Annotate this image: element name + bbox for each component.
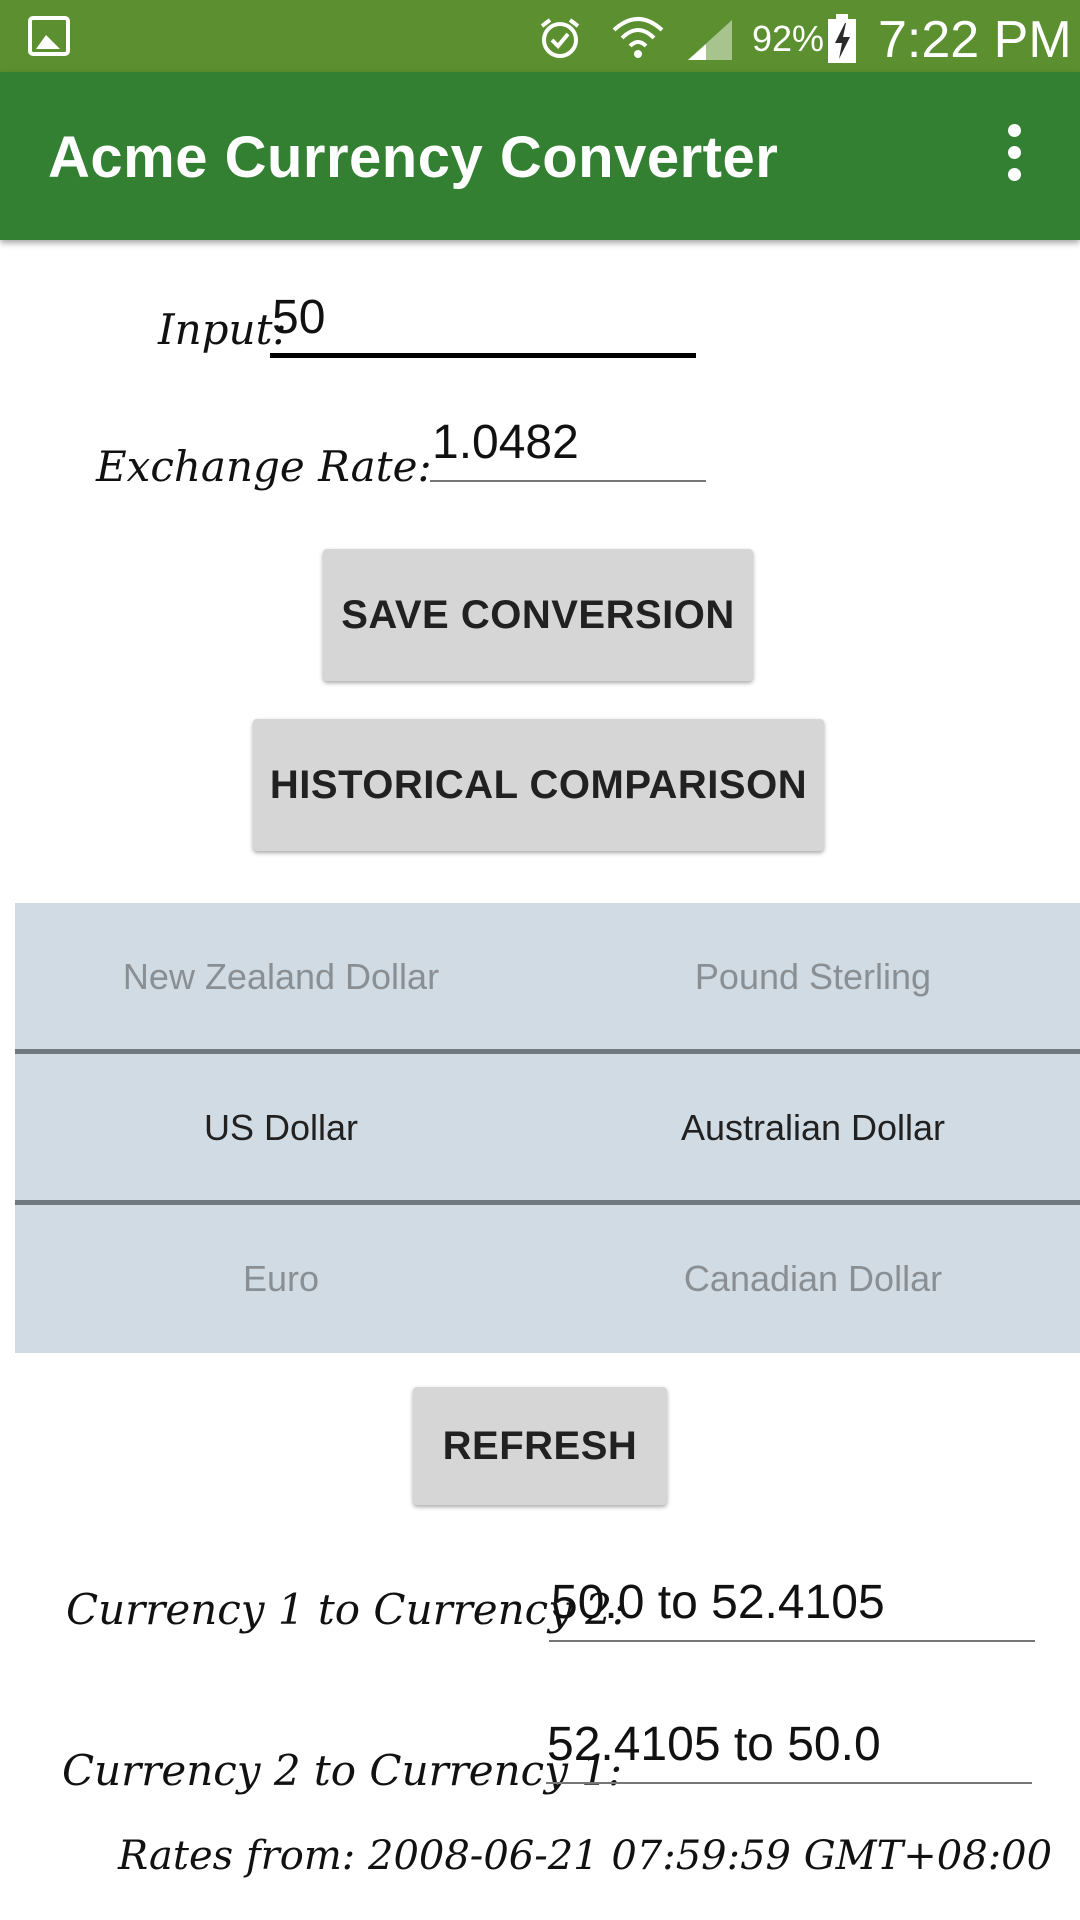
- app-title: Acme Currency Converter: [48, 125, 779, 190]
- picker-row: New Zealand Dollar Pound Sterling: [15, 903, 1080, 1051]
- battery-percent: 92%: [752, 18, 825, 59]
- c2-to-c1-label: Currency 2 to Currency 1:: [62, 1746, 623, 1795]
- more-vert-icon[interactable]: [1000, 124, 1028, 184]
- wifi-icon: [612, 17, 664, 58]
- refresh-button[interactable]: REFRESH: [413, 1387, 667, 1505]
- historical-comparison-button[interactable]: HISTORICAL COMPARISON: [253, 719, 824, 851]
- alarm-icon: [540, 18, 580, 58]
- picker-right-selected[interactable]: Australian Dollar: [547, 1054, 1079, 1202]
- picker-row-selected: US Dollar Australian Dollar: [15, 1054, 1080, 1202]
- c1-to-c2-value[interactable]: 50.0 to 52.4105: [551, 1575, 885, 1630]
- picker-left-item[interactable]: New Zealand Dollar: [15, 903, 547, 1051]
- picker-left-item[interactable]: Euro: [15, 1205, 547, 1353]
- save-conversion-button[interactable]: SAVE CONVERSION: [323, 549, 753, 681]
- exchange-rate-underline: [430, 480, 706, 482]
- status-time: 7:22 PM: [878, 11, 1072, 69]
- currency-picker[interactable]: New Zealand Dollar Pound Sterling US Dol…: [15, 903, 1080, 1353]
- exchange-rate-field[interactable]: 1.0482: [432, 415, 579, 470]
- battery-charging-icon: [828, 14, 856, 63]
- gallery-icon: [28, 16, 70, 56]
- picker-left-selected[interactable]: US Dollar: [15, 1054, 547, 1202]
- exchange-rate-label: Exchange Rate:: [96, 442, 432, 491]
- rates-from-text: Rates from: 2008-06-21 07:59:59 GMT+08:0…: [118, 1833, 1053, 1879]
- input-underline: [270, 353, 696, 358]
- c1-to-c2-underline: [549, 1640, 1035, 1642]
- signal-icon: [688, 20, 732, 60]
- status-bar: 92% 7:22 PM: [0, 0, 1080, 72]
- input-label: Input:: [158, 305, 287, 354]
- c2-to-c1-underline: [546, 1782, 1032, 1784]
- input-field[interactable]: 50: [272, 290, 325, 345]
- picker-right-item[interactable]: Pound Sterling: [547, 903, 1079, 1051]
- c1-to-c2-label: Currency 1 to Currency 2:: [66, 1585, 627, 1634]
- picker-row: Euro Canadian Dollar: [15, 1205, 1080, 1353]
- c2-to-c1-value[interactable]: 52.4105 to 50.0: [547, 1717, 881, 1772]
- picker-right-item[interactable]: Canadian Dollar: [547, 1205, 1079, 1353]
- app-bar: Acme Currency Converter: [0, 72, 1080, 240]
